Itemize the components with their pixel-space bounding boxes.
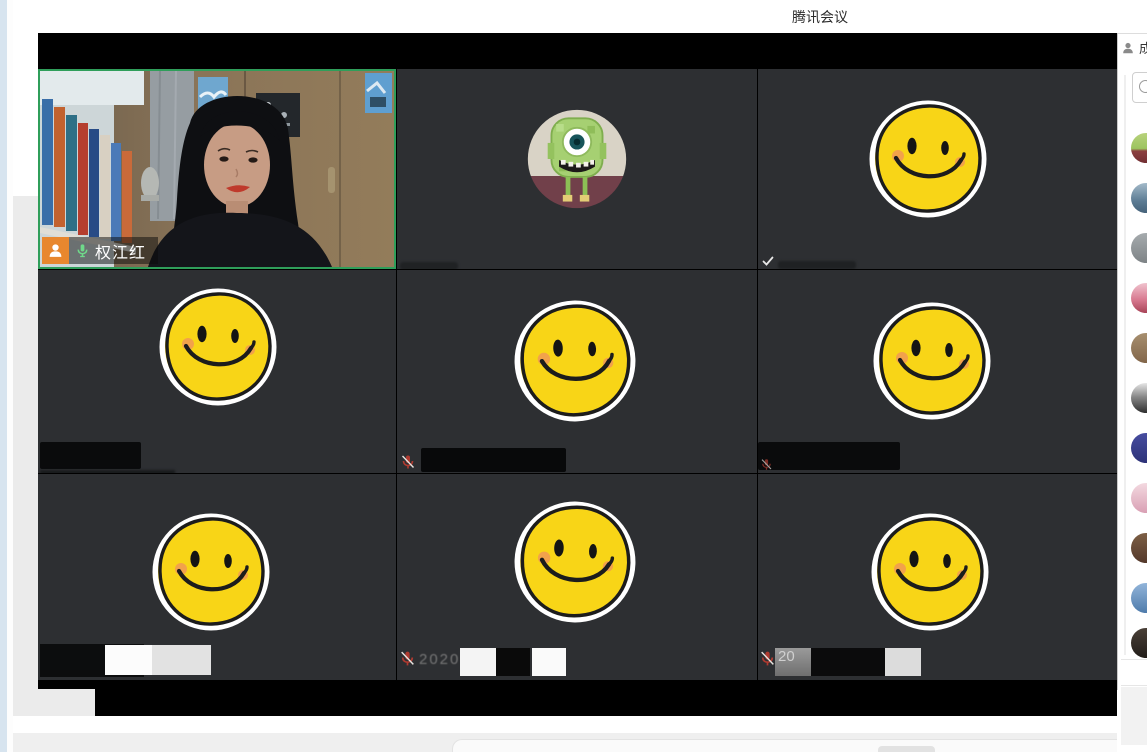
participant-avatar[interactable] bbox=[1131, 383, 1147, 413]
magnifier-icon bbox=[1139, 80, 1147, 93]
check-icon bbox=[762, 255, 774, 267]
participant-avatar[interactable] bbox=[1131, 133, 1147, 163]
participants-panel: 成 bbox=[1117, 0, 1147, 752]
bottom-white-band bbox=[13, 716, 1147, 733]
smiley-avatar bbox=[872, 301, 992, 421]
video-tile-2[interactable] bbox=[397, 69, 757, 269]
participant-avatar[interactable] bbox=[1131, 433, 1147, 463]
background-card-notch bbox=[878, 746, 935, 752]
partial-student-id: 20 bbox=[775, 648, 811, 676]
participant-avatar[interactable] bbox=[1131, 233, 1147, 263]
smiley-avatar bbox=[870, 512, 990, 632]
redaction-white-box bbox=[532, 648, 566, 676]
video-tile-8[interactable]: 2020 bbox=[397, 474, 757, 680]
redacted-name-smudge bbox=[40, 470, 175, 473]
background-window-corner bbox=[38, 689, 95, 716]
participant-avatar[interactable] bbox=[1131, 628, 1147, 658]
participant-avatar[interactable] bbox=[1131, 283, 1147, 313]
video-tile-3[interactable] bbox=[758, 69, 1117, 269]
video-tile-4[interactable] bbox=[38, 270, 396, 473]
redaction-gray-box bbox=[152, 645, 211, 675]
smiley-avatar bbox=[511, 297, 639, 425]
participant-name: 权江红 bbox=[95, 239, 146, 263]
video-tile-9[interactable]: 20 bbox=[758, 474, 1117, 680]
redaction-white-box bbox=[105, 645, 152, 675]
title-bar[interactable]: 腾讯会议 bbox=[38, 0, 1117, 33]
redacted-name bbox=[758, 442, 900, 470]
redaction-black-box bbox=[496, 648, 530, 676]
host-badge-icon bbox=[42, 237, 69, 264]
mic-on-icon bbox=[75, 243, 90, 258]
participants-header: 成 bbox=[1121, 38, 1147, 57]
participant-avatar[interactable] bbox=[1131, 483, 1147, 513]
list-divider bbox=[1121, 659, 1147, 660]
participant-avatar[interactable] bbox=[1131, 333, 1147, 363]
participant-avatar[interactable] bbox=[1131, 533, 1147, 563]
redaction-white-box bbox=[460, 648, 496, 676]
person-icon bbox=[1121, 41, 1135, 55]
smiley-avatar bbox=[511, 498, 639, 626]
redacted-name bbox=[40, 442, 141, 469]
smiley-avatar bbox=[151, 512, 271, 632]
video-tile-7[interactable] bbox=[38, 474, 396, 680]
lego-monster-avatar bbox=[525, 107, 629, 211]
redacted-name bbox=[778, 261, 856, 269]
scrollbar-track[interactable] bbox=[1124, 75, 1126, 655]
participant-avatar[interactable] bbox=[1131, 183, 1147, 213]
window-title: 腾讯会议 bbox=[735, 7, 905, 27]
video-tile-quanjianghong[interactable]: 权江红 bbox=[38, 69, 396, 269]
participants-label: 成 bbox=[1139, 38, 1147, 57]
meeting-window: 腾讯会议 bbox=[0, 0, 1147, 752]
smiley-avatar bbox=[868, 99, 988, 219]
partial-student-id: 2020 bbox=[419, 651, 460, 668]
mic-muted-icon bbox=[399, 650, 416, 667]
mic-muted-icon bbox=[760, 458, 773, 471]
video-tile-6[interactable] bbox=[758, 270, 1117, 473]
panel-footer bbox=[1121, 687, 1147, 745]
mic-muted-icon bbox=[400, 454, 416, 470]
list-divider bbox=[1121, 685, 1147, 686]
smiley-avatar bbox=[158, 287, 278, 407]
video-tile-5[interactable] bbox=[397, 270, 757, 473]
video-stage: 权江红 bbox=[38, 33, 1117, 716]
desktop-edge-strip bbox=[0, 0, 7, 752]
participant-name-bar: 权江红 bbox=[42, 237, 158, 264]
redacted-name bbox=[421, 448, 566, 472]
search-box[interactable] bbox=[1132, 72, 1147, 103]
participant-avatar[interactable] bbox=[1131, 583, 1147, 613]
redacted-name bbox=[400, 262, 458, 269]
panel-divider bbox=[1117, 33, 1147, 34]
background-card-edge bbox=[452, 739, 1147, 752]
panel-border bbox=[1117, 33, 1118, 690]
redaction-gray-box bbox=[885, 648, 921, 676]
background-window-edge bbox=[13, 196, 38, 752]
redaction-black-box bbox=[811, 648, 885, 676]
mic-muted-icon bbox=[759, 650, 776, 667]
